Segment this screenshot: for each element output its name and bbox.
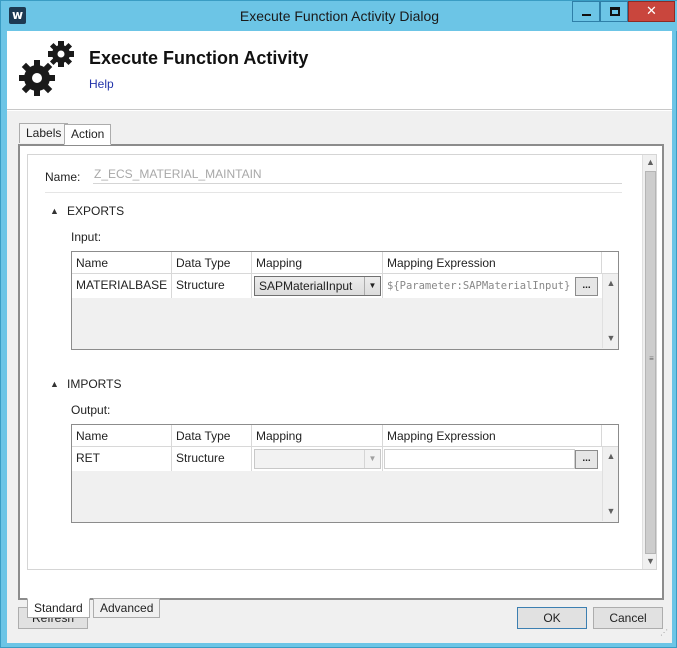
input-grid-header: Name Data Type Mapping Mapping Expressio… bbox=[72, 252, 618, 274]
chevron-down-icon: ▼ bbox=[364, 277, 380, 295]
close-icon: ✕ bbox=[646, 4, 657, 19]
mapping-expression-field[interactable] bbox=[384, 449, 575, 469]
mapping-expression-browse-button[interactable]: ... bbox=[575, 450, 598, 469]
imports-section-label: IMPORTS bbox=[67, 377, 122, 391]
table-row[interactable]: RET Structure ▼ ... bbox=[72, 447, 618, 471]
cancel-button[interactable]: Cancel bbox=[593, 607, 663, 629]
scroll-up-icon[interactable]: ▲ bbox=[603, 276, 619, 291]
scroll-up-icon[interactable]: ▲ bbox=[603, 449, 619, 464]
scroll-up-icon[interactable]: ▲ bbox=[643, 155, 656, 170]
column-header-name[interactable]: Name bbox=[72, 425, 172, 446]
scrollbar-thumb[interactable]: ≡ bbox=[645, 171, 656, 554]
mapping-expression-browse-button[interactable]: ... bbox=[575, 277, 598, 296]
row-name: MATERIALBASE bbox=[72, 274, 172, 298]
column-header-data-type[interactable]: Data Type bbox=[172, 425, 252, 446]
column-header-mapping-expression[interactable]: Mapping Expression bbox=[383, 425, 602, 446]
column-header-spacer bbox=[602, 425, 618, 446]
scroll-down-icon[interactable]: ▼ bbox=[643, 554, 656, 569]
dialog-body: Labels Action Name: Z_ECS_MATERIAL_MAINT… bbox=[7, 111, 672, 643]
column-header-data-type[interactable]: Data Type bbox=[172, 252, 252, 273]
action-tab-panel: Name: Z_ECS_MATERIAL_MAINTAIN ▲ EXPORTS … bbox=[18, 144, 664, 600]
column-header-name[interactable]: Name bbox=[72, 252, 172, 273]
scroll-down-icon[interactable]: ▼ bbox=[603, 331, 619, 346]
maximize-icon bbox=[610, 7, 620, 16]
row-data-type: Structure bbox=[172, 447, 252, 471]
divider bbox=[45, 192, 622, 193]
close-button[interactable]: ✕ bbox=[628, 1, 675, 22]
gears-icon bbox=[19, 41, 74, 96]
column-header-mapping-expression[interactable]: Mapping Expression bbox=[383, 252, 602, 273]
grip-icon: ≡ bbox=[649, 354, 654, 363]
column-header-mapping[interactable]: Mapping bbox=[252, 425, 383, 446]
tab-standard[interactable]: Standard bbox=[27, 598, 90, 618]
mapping-dropdown[interactable]: SAPMaterialInput ▼ bbox=[254, 276, 381, 296]
dialog-header: Execute Function Activity Help bbox=[7, 31, 672, 110]
output-grid-header: Name Data Type Mapping Mapping Expressio… bbox=[72, 425, 618, 447]
mapping-dropdown[interactable]: ▼ bbox=[254, 449, 381, 469]
page-title: Execute Function Activity bbox=[89, 48, 309, 68]
dialog-window: w Execute Function Activity Dialog ✕ Exe… bbox=[0, 0, 677, 648]
input-grid-scrollbar[interactable]: ▲ ▼ bbox=[602, 274, 618, 348]
exports-section-label: EXPORTS bbox=[67, 204, 125, 218]
scroll-down-icon[interactable]: ▼ bbox=[603, 504, 619, 519]
minimize-icon bbox=[582, 14, 591, 16]
mapping-expression-field[interactable]: ${Parameter:SAPMaterialInput} bbox=[384, 276, 575, 296]
output-label: Output: bbox=[71, 403, 111, 417]
help-link[interactable]: Help bbox=[89, 77, 114, 91]
name-field: Z_ECS_MATERIAL_MAINTAIN bbox=[93, 166, 622, 184]
output-grid: Name Data Type Mapping Mapping Expressio… bbox=[71, 424, 619, 523]
minimize-button[interactable] bbox=[572, 1, 600, 22]
action-scroll-area[interactable]: Name: Z_ECS_MATERIAL_MAINTAIN ▲ EXPORTS … bbox=[27, 154, 657, 570]
maximize-button[interactable] bbox=[600, 1, 628, 22]
imports-collapse-toggle-icon[interactable]: ▲ bbox=[50, 379, 59, 389]
title-bar[interactable]: w Execute Function Activity Dialog ✕ bbox=[1, 1, 677, 31]
input-grid: Name Data Type Mapping Mapping Expressio… bbox=[71, 251, 619, 350]
ok-button[interactable]: OK bbox=[517, 607, 587, 629]
vertical-scrollbar[interactable]: ▲ ≡ ▼ bbox=[642, 155, 656, 569]
tab-action[interactable]: Action bbox=[64, 124, 112, 145]
resize-grip-icon[interactable]: ⋰ bbox=[660, 629, 670, 641]
dialog-client-area: Execute Function Activity Help Labels Ac… bbox=[7, 31, 672, 643]
exports-collapse-toggle-icon[interactable]: ▲ bbox=[50, 206, 59, 216]
row-name: RET bbox=[72, 447, 172, 471]
mapping-dropdown-value: SAPMaterialInput bbox=[259, 279, 353, 293]
tab-advanced[interactable]: Advanced bbox=[93, 598, 161, 618]
input-label: Input: bbox=[71, 230, 102, 244]
column-header-mapping[interactable]: Mapping bbox=[252, 252, 383, 273]
name-label: Name: bbox=[45, 170, 81, 184]
output-grid-scrollbar[interactable]: ▲ ▼ bbox=[602, 447, 618, 521]
table-row[interactable]: MATERIALBASE Structure SAPMaterialInput … bbox=[72, 274, 618, 298]
chevron-down-icon: ▼ bbox=[364, 450, 380, 468]
tab-labels[interactable]: Labels bbox=[19, 123, 69, 143]
row-data-type: Structure bbox=[172, 274, 252, 298]
column-header-spacer bbox=[602, 252, 618, 273]
